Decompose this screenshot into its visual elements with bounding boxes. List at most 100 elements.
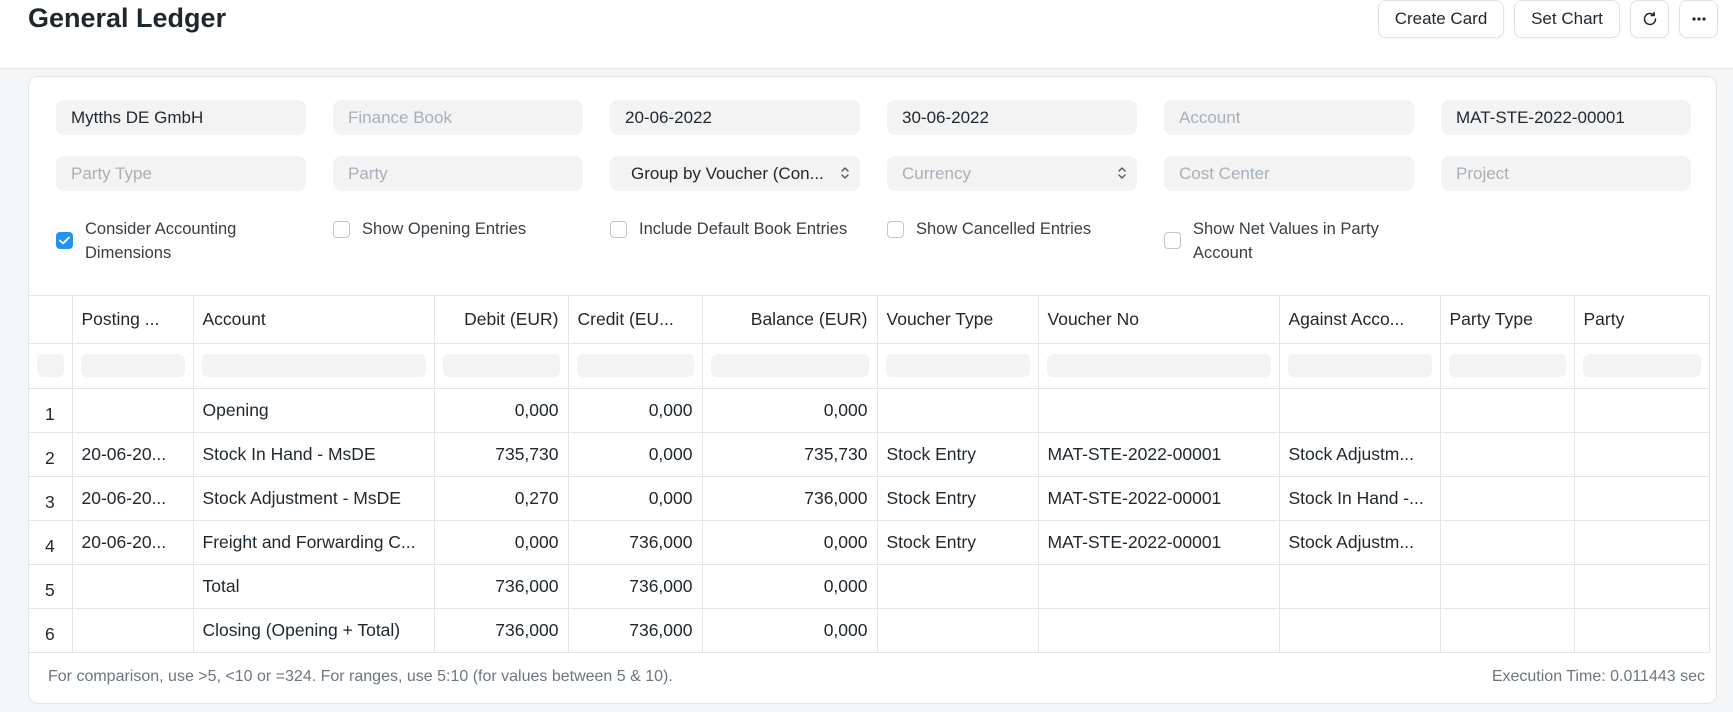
table-row[interactable]: 5 Total 736,000 736,000 0,000	[29, 564, 1710, 609]
finance-book-field[interactable]: Finance Book	[333, 100, 583, 135]
filter-cell[interactable]	[568, 343, 703, 389]
filter-cell[interactable]	[1038, 343, 1280, 389]
filter-cell[interactable]	[702, 343, 878, 389]
checkbox-unchecked[interactable]	[887, 221, 904, 238]
cell-posting-date[interactable]	[72, 388, 194, 433]
table-row[interactable]: 3 20-06-20... Stock Adjustment - MsDE 0,…	[29, 476, 1710, 521]
cell-party-type[interactable]	[1440, 432, 1575, 477]
cell-debit[interactable]: 735,730	[434, 432, 569, 477]
project-field[interactable]: Project	[1441, 156, 1691, 191]
cell-against-account[interactable]	[1279, 388, 1441, 433]
cell-against-account[interactable]	[1279, 608, 1441, 653]
table-row[interactable]: 4 20-06-20... Freight and Forwarding C..…	[29, 520, 1710, 565]
column-header-party[interactable]: Party	[1574, 296, 1710, 344]
cell-voucher-type[interactable]: Stock Entry	[877, 432, 1039, 477]
cell-credit[interactable]: 736,000	[568, 608, 703, 653]
cell-account[interactable]: Total	[193, 564, 435, 609]
create-card-button[interactable]: Create Card	[1378, 0, 1504, 38]
cell-voucher-no[interactable]	[1038, 608, 1280, 653]
column-header-voucher-type[interactable]: Voucher Type	[877, 296, 1039, 344]
cell-account[interactable]: Closing (Opening + Total)	[193, 608, 435, 653]
cell-party-type[interactable]	[1440, 520, 1575, 565]
column-header-party-type[interactable]: Party Type	[1440, 296, 1575, 344]
column-header-against-account[interactable]: Against Acco...	[1279, 296, 1441, 344]
cell-balance[interactable]: 0,000	[702, 608, 878, 653]
cell-voucher-type[interactable]	[877, 608, 1039, 653]
cell-voucher-no[interactable]	[1038, 388, 1280, 433]
cell-credit[interactable]: 736,000	[568, 564, 703, 609]
cell-debit[interactable]: 0,000	[434, 520, 569, 565]
column-header-credit[interactable]: Credit (EU...	[568, 296, 703, 344]
cell-party[interactable]	[1574, 476, 1710, 521]
cell-against-account[interactable]	[1279, 564, 1441, 609]
cell-balance[interactable]: 0,000	[702, 564, 878, 609]
cell-posting-date[interactable]: 20-06-20...	[72, 432, 194, 477]
cell-debit[interactable]: 0,270	[434, 476, 569, 521]
cell-account[interactable]: Stock In Hand - MsDE	[193, 432, 435, 477]
checkbox-checked[interactable]	[56, 232, 73, 249]
cell-voucher-type[interactable]	[877, 388, 1039, 433]
cell-party[interactable]	[1574, 564, 1710, 609]
column-header-voucher-no[interactable]: Voucher No	[1038, 296, 1280, 344]
to-date-field[interactable]: 30-06-2022	[887, 100, 1137, 135]
column-header-debit[interactable]: Debit (EUR)	[434, 296, 569, 344]
table-row[interactable]: 2 20-06-20... Stock In Hand - MsDE 735,7…	[29, 432, 1710, 477]
cell-debit[interactable]: 0,000	[434, 388, 569, 433]
cell-party-type[interactable]	[1440, 388, 1575, 433]
checkbox-unchecked[interactable]	[610, 221, 627, 238]
cell-balance[interactable]: 0,000	[702, 388, 878, 433]
cell-posting-date[interactable]: 20-06-20...	[72, 476, 194, 521]
cell-voucher-type[interactable]: Stock Entry	[877, 520, 1039, 565]
column-header-posting-date[interactable]: Posting ...	[72, 296, 194, 344]
cell-balance[interactable]: 736,000	[702, 476, 878, 521]
column-header-account[interactable]: Account	[193, 296, 435, 344]
refresh-button[interactable]	[1630, 0, 1669, 38]
consider-accounting-dimensions-checkbox[interactable]: Consider Accounting Dimensions	[56, 217, 236, 265]
cell-credit[interactable]: 0,000	[568, 388, 703, 433]
group-by-select[interactable]: Group by Voucher (Con...	[610, 156, 860, 191]
filter-cell[interactable]	[1574, 343, 1710, 389]
cell-against-account[interactable]: Stock Adjustm...	[1279, 520, 1441, 565]
filter-cell[interactable]	[1279, 343, 1441, 389]
cell-balance[interactable]: 735,730	[702, 432, 878, 477]
filter-cell[interactable]	[1440, 343, 1575, 389]
cost-center-field[interactable]: Cost Center	[1164, 156, 1414, 191]
company-field[interactable]: Mytths DE GmbH	[56, 100, 306, 135]
table-row[interactable]: 6 Closing (Opening + Total) 736,000 736,…	[29, 608, 1710, 653]
cell-voucher-no[interactable]: MAT-STE-2022-00001	[1038, 476, 1280, 521]
cell-party[interactable]	[1574, 608, 1710, 653]
cell-posting-date[interactable]	[72, 608, 194, 653]
cell-party[interactable]	[1574, 432, 1710, 477]
from-date-field[interactable]: 20-06-2022	[610, 100, 860, 135]
checkbox-unchecked[interactable]	[333, 221, 350, 238]
show-opening-entries-checkbox[interactable]: Show Opening Entries	[333, 217, 526, 241]
cell-posting-date[interactable]: 20-06-20...	[72, 520, 194, 565]
show-net-values-in-party-account-checkbox[interactable]: Show Net Values in Party Account	[1164, 217, 1379, 265]
cell-party[interactable]	[1574, 388, 1710, 433]
include-default-book-entries-checkbox[interactable]: Include Default Book Entries	[610, 217, 847, 241]
checkbox-unchecked[interactable]	[1164, 232, 1181, 249]
filter-cell[interactable]	[877, 343, 1039, 389]
cell-posting-date[interactable]	[72, 564, 194, 609]
show-cancelled-entries-checkbox[interactable]: Show Cancelled Entries	[887, 217, 1091, 241]
cell-account[interactable]: Stock Adjustment - MsDE	[193, 476, 435, 521]
cell-credit[interactable]: 0,000	[568, 476, 703, 521]
cell-party-type[interactable]	[1440, 476, 1575, 521]
cell-party[interactable]	[1574, 520, 1710, 565]
cell-voucher-type[interactable]	[877, 564, 1039, 609]
account-field[interactable]: Account	[1164, 100, 1414, 135]
cell-balance[interactable]: 0,000	[702, 520, 878, 565]
cell-against-account[interactable]: Stock In Hand -...	[1279, 476, 1441, 521]
column-header-balance[interactable]: Balance (EUR)	[702, 296, 878, 344]
filter-cell[interactable]	[434, 343, 569, 389]
set-chart-button[interactable]: Set Chart	[1514, 0, 1620, 38]
party-type-field[interactable]: Party Type	[56, 156, 306, 191]
table-row[interactable]: 1 Opening 0,000 0,000 0,000	[29, 388, 1710, 433]
cell-voucher-no[interactable]: MAT-STE-2022-00001	[1038, 432, 1280, 477]
cell-credit[interactable]: 736,000	[568, 520, 703, 565]
cell-party-type[interactable]	[1440, 564, 1575, 609]
filter-cell[interactable]	[193, 343, 435, 389]
party-field[interactable]: Party	[333, 156, 583, 191]
filter-cell[interactable]	[29, 343, 73, 389]
cell-voucher-type[interactable]: Stock Entry	[877, 476, 1039, 521]
